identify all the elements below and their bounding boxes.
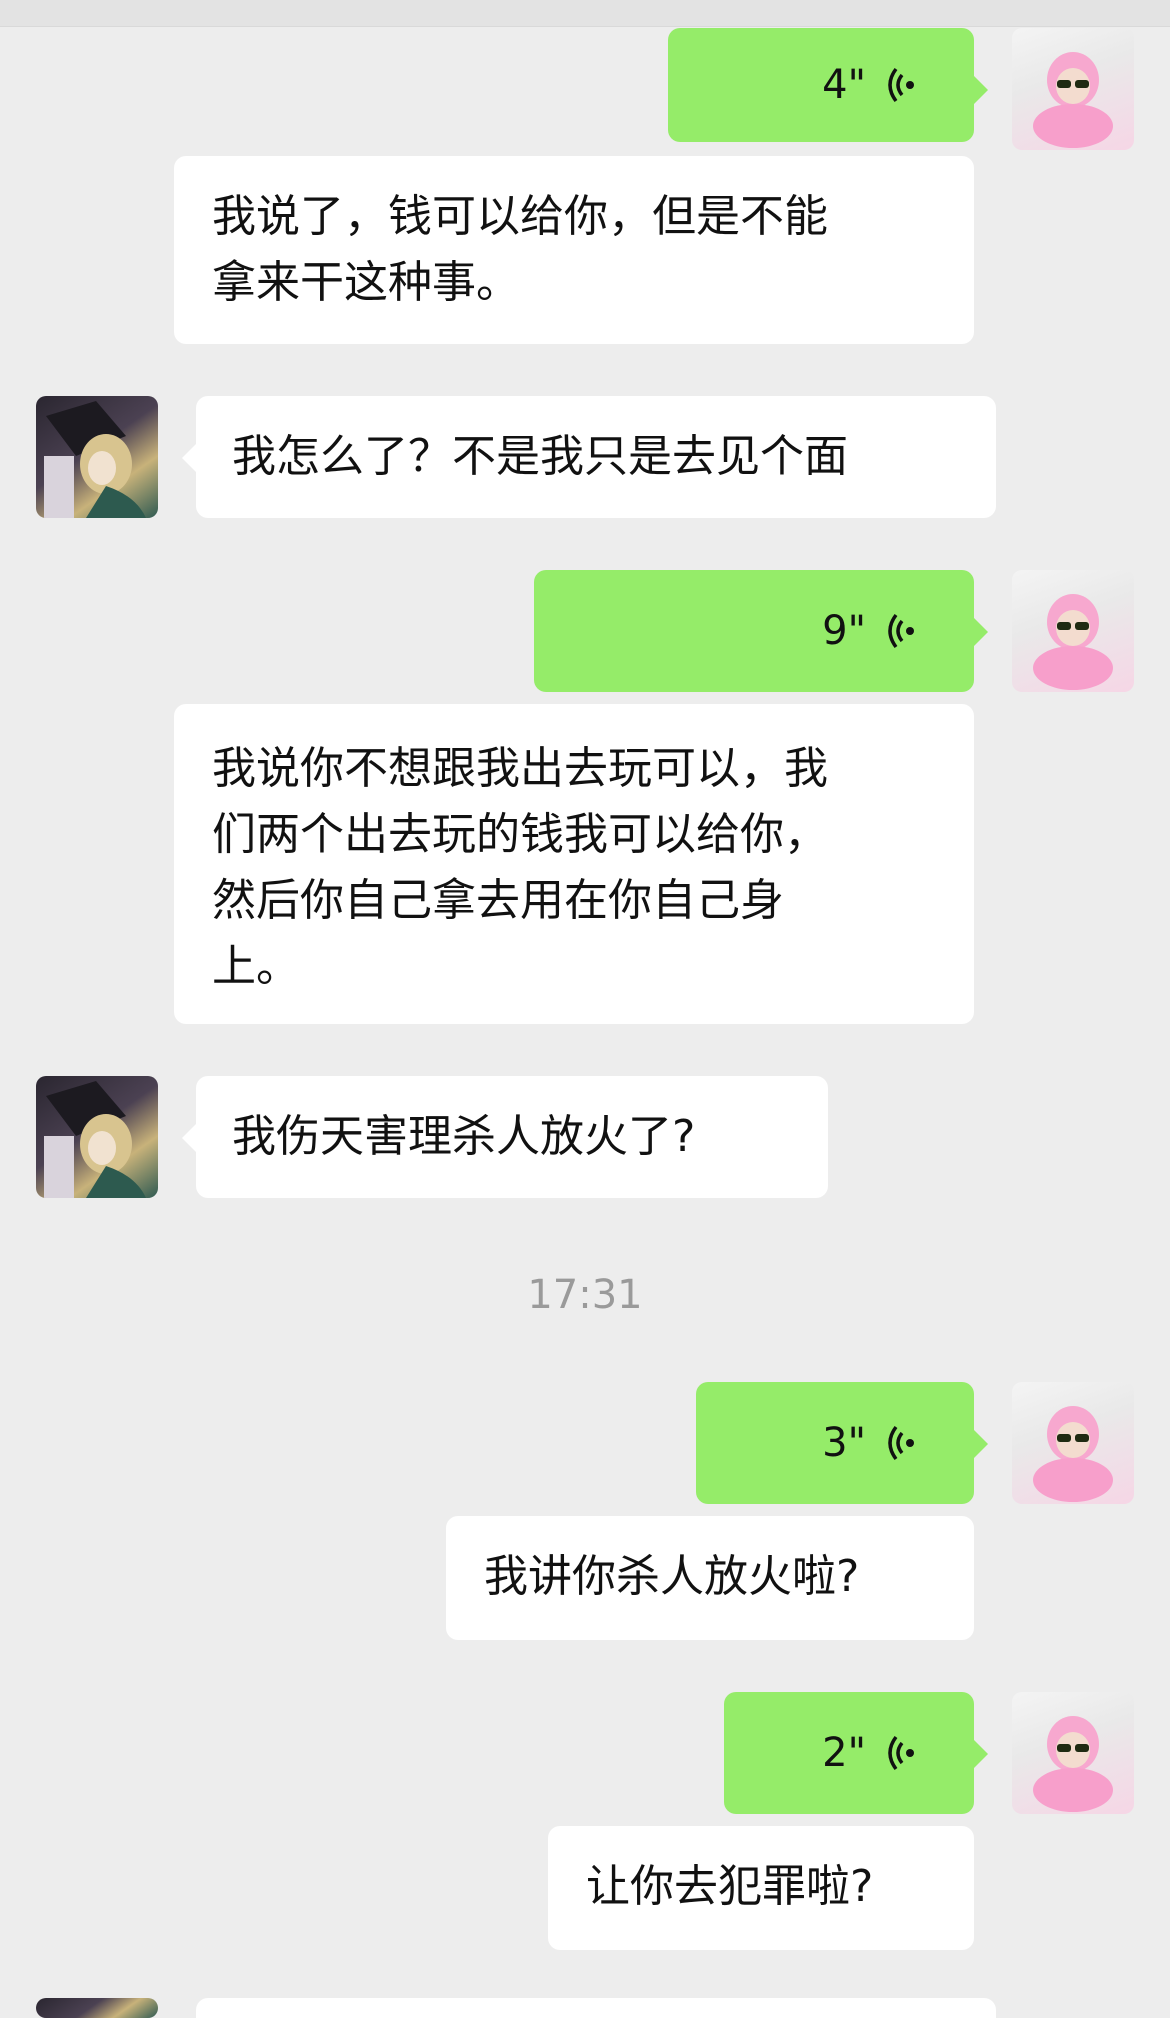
voice-duration: 9" bbox=[822, 608, 866, 654]
voice-transcript: 我说你不想跟我出去玩可以，我 们两个出去玩的钱我可以给你， 然后你自己拿去用在你… bbox=[174, 704, 974, 1024]
voice-message-bubble[interactable]: 3" bbox=[696, 1382, 988, 1504]
avatar-pink-hood-icon bbox=[1033, 52, 1113, 148]
transcript-text: 我说你不想跟我出去玩可以，我 们两个出去玩的钱我可以给你， 然后你自己拿去用在你… bbox=[212, 743, 828, 992]
chat-timestamp: 17:31 bbox=[527, 1272, 643, 1318]
self-avatar[interactable] bbox=[1012, 570, 1134, 692]
avatar-pink-hood-icon bbox=[1033, 594, 1113, 690]
text-message-bubble[interactable]: 我伤天害理杀人放火了? bbox=[182, 1076, 828, 1198]
voice-duration: 4" bbox=[822, 62, 866, 108]
voice-duration: 3" bbox=[822, 1420, 866, 1466]
avatar-anime-icon bbox=[44, 1081, 146, 1198]
transcript-text: 我讲你杀人放火啦? bbox=[484, 1551, 860, 1602]
voice-wave-icon bbox=[884, 611, 924, 651]
voice-transcript: 让你去犯罪啦? bbox=[548, 1826, 974, 1950]
avatar-pink-hood-icon bbox=[1033, 1716, 1113, 1812]
other-avatar[interactable] bbox=[36, 1076, 158, 1198]
voice-transcript: 我讲你杀人放火啦? bbox=[446, 1516, 974, 1640]
avatar-anime-icon bbox=[44, 401, 146, 518]
other-avatar[interactable] bbox=[36, 396, 158, 518]
voice-transcript: 我说了，钱可以给你，但是不能 拿来干这种事。 bbox=[174, 156, 974, 344]
voice-wave-icon bbox=[884, 1423, 924, 1463]
self-avatar[interactable] bbox=[1012, 1692, 1134, 1814]
transcript-text: 我说了，钱可以给你，但是不能 拿来干这种事。 bbox=[212, 191, 828, 308]
voice-wave-icon bbox=[884, 1733, 924, 1773]
other-avatar[interactable] bbox=[36, 1998, 158, 2018]
voice-duration: 2" bbox=[822, 1730, 866, 1776]
voice-wave-icon bbox=[884, 65, 924, 105]
self-avatar[interactable] bbox=[1012, 1382, 1134, 1504]
text-message-bubble[interactable] bbox=[196, 1998, 996, 2018]
avatar-pink-hood-icon bbox=[1033, 1406, 1113, 1502]
message-text: 我伤天害理杀人放火了? bbox=[232, 1111, 696, 1162]
self-avatar[interactable] bbox=[1012, 28, 1134, 150]
voice-message-bubble[interactable]: 4" bbox=[668, 28, 988, 142]
top-edge bbox=[0, 0, 1170, 27]
voice-message-bubble[interactable]: 2" bbox=[724, 1692, 988, 1814]
text-message-bubble[interactable]: 我怎么了？不是我只是去见个面 bbox=[182, 396, 996, 518]
voice-message-bubble[interactable]: 9" bbox=[534, 570, 988, 692]
transcript-text: 让你去犯罪啦? bbox=[586, 1861, 874, 1912]
message-text: 我怎么了？不是我只是去见个面 bbox=[232, 431, 848, 482]
